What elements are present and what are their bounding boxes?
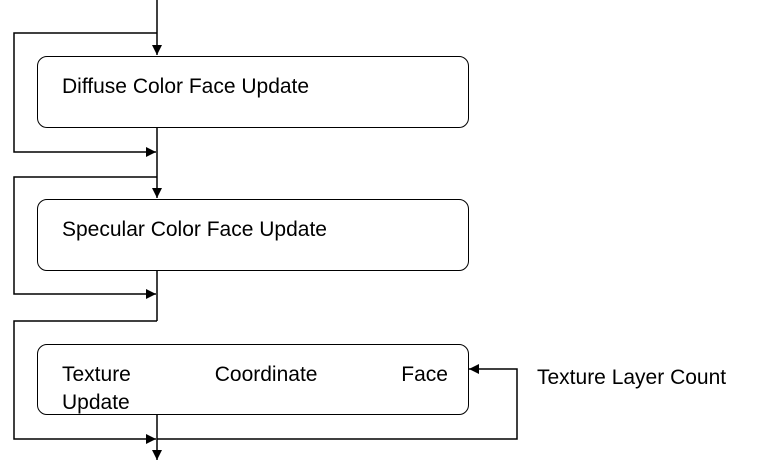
texture-coordinate-face-update-box: Texture Coordinate Face Update [37,344,469,415]
coordinate-word: Coordinate [214,363,318,386]
flowchart: Diffuse Color Face Update Specular Color… [0,0,784,461]
texture-coordinate-label-line2: Update [62,391,130,414]
diffuse-color-face-update-box: Diffuse Color Face Update [37,56,469,128]
texture-word: Texture [62,363,131,386]
texture-coordinate-label-line1: Texture Coordinate Face [62,363,448,387]
specular-color-face-update-label: Specular Color Face Update [62,218,327,241]
diffuse-color-face-update-label: Diffuse Color Face Update [62,75,310,98]
texture-layer-count-label: Texture Layer Count [537,366,727,389]
face-word: Face [401,363,448,386]
specular-color-face-update-box: Specular Color Face Update [37,199,469,271]
